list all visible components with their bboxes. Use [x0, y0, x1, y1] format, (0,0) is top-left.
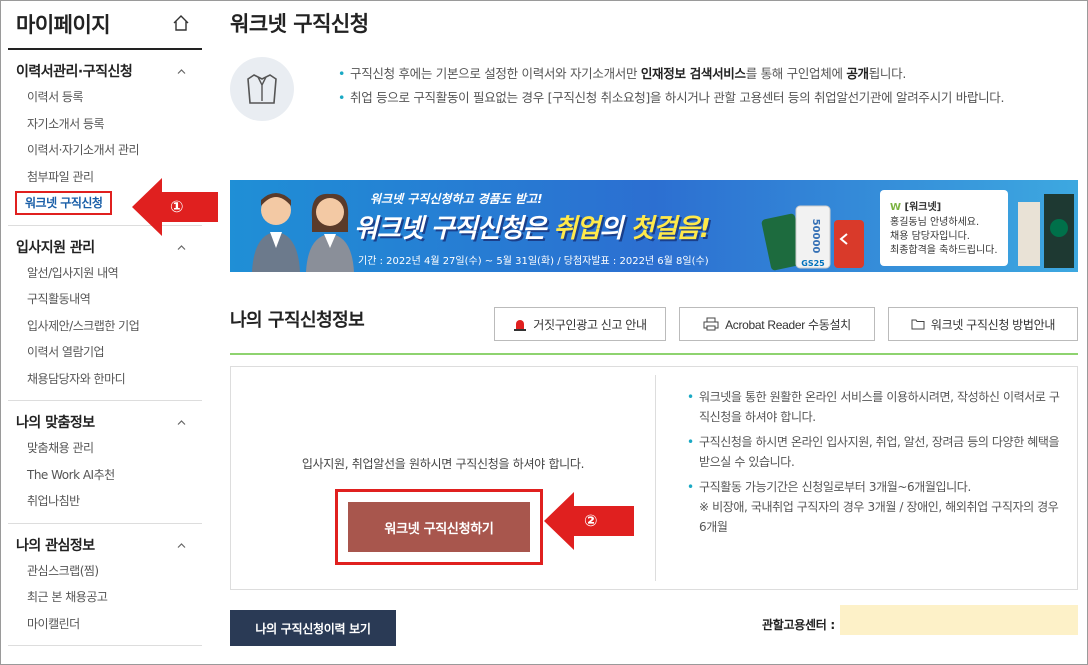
intro-notice-2: 취업 등으로 구직활동이 필요없는 경우 [구직신청 취소요청]을 하시거나 관…: [338, 88, 1088, 108]
section-divider: [230, 353, 1078, 355]
chevron-up-icon[interactable]: [177, 67, 186, 76]
sidebar-group-interest: 나의 관심정보 관심스크랩(찜) 최근 본 채용공고 마이캘린더: [8, 524, 202, 646]
info-note: ※ 비장애, 국내취업 구직자의 경우 3개월 / 장애인, 해외취업 구직자의…: [699, 500, 1059, 534]
info-item-2: 구직신청을 하시면 온라인 입사지원, 취업, 알선, 장려금 등의 다양한 혜…: [687, 432, 1067, 472]
sidebar-item-job-activity[interactable]: 구직활동내역: [8, 286, 202, 313]
banner-date: 기간 : 2022년 4월 27일(수) ~ 5월 31일(화) / 당첨자발표…: [358, 256, 709, 267]
card-logo-text: GS25: [801, 259, 825, 268]
event-banner[interactable]: 워크넷 구직신청하고 경품도 받고! 워크넷 구직신청은 취업의 첫걸음! 기간…: [230, 180, 1078, 272]
apply-history-button[interactable]: 나의 구직신청이력 보기: [230, 610, 396, 646]
sidebar-item-resume-viewers[interactable]: 이력서 열람기업: [8, 339, 202, 366]
vertical-divider: [655, 375, 656, 581]
apply-info-box: 입사지원, 취업알선을 원하시면 구직신청을 하셔야 합니다. 워크넷 구직신청…: [230, 366, 1078, 590]
message-card: W [워크넷] 홍길동님 안녕하세요. 채용 담당자입니다. 최종합격을 축하드…: [880, 190, 1008, 266]
sidebar-group-title[interactable]: 나의 관심정보: [8, 534, 202, 558]
printer-icon: [703, 317, 719, 331]
chevron-up-icon[interactable]: [177, 243, 186, 252]
intro-notice-1: 구직신청 후에는 기본으로 설정한 이력서와 자기소개서만 인재정보 검색서비스…: [338, 64, 1088, 84]
sidebar-item-recent-jobs[interactable]: 최근 본 채용공고: [8, 584, 202, 611]
shirt-icon: [230, 57, 294, 121]
employment-center-value: [840, 605, 1078, 635]
sidebar-group-title[interactable]: 나의 맞춤정보: [8, 411, 202, 435]
sidebar-item-calendar[interactable]: 마이캘린더: [8, 611, 202, 638]
sidebar-item-career-compass[interactable]: 취업나침반: [8, 488, 202, 515]
intro-notice-list: 구직신청 후에는 기본으로 설정한 이력서와 자기소개서만 인재정보 검색서비스…: [338, 64, 1088, 108]
sidebar-title: 마이페이지: [16, 13, 111, 37]
annotation-number-1: ①: [170, 197, 184, 216]
coffee-cups-illustration: [1018, 194, 1074, 268]
worknet-apply-button[interactable]: 워크넷 구직신청하기: [348, 502, 530, 552]
message-card-text: 홍길동님 안녕하세요. 채용 담당자입니다. 최종합격을 축하드립니다.: [890, 217, 998, 256]
acrobat-install-button[interactable]: Acrobat Reader 수동설치: [679, 307, 875, 341]
apply-message: 입사지원, 취업알선을 원하시면 구직신청을 하셔야 합니다.: [301, 457, 585, 471]
chevron-up-icon[interactable]: [177, 418, 186, 427]
sidebar-item-recruiter-message[interactable]: 채용담당자와 한마디: [8, 366, 202, 393]
banner-headline: 워크넷 구직신청은 취업의 첫걸음!: [354, 214, 711, 244]
folder-icon: [911, 319, 925, 330]
sidebar: 마이페이지 이력서관리·구직신청 이력서 등록 자기소개서 등록 이력서·자기소…: [8, 0, 202, 665]
person-illustration-woman: [306, 193, 354, 272]
sidebar-item-scrap[interactable]: 관심스크랩(찜): [8, 558, 202, 585]
sidebar-group-custom: 나의 맞춤정보 맞춤채용 관리 The Work AI추천 취업나침반: [8, 401, 202, 524]
sidebar-item-referral-history[interactable]: 알선/입사지원 내역: [8, 260, 202, 287]
gift-cards-illustration: 50000 GS25: [761, 205, 864, 271]
info-item-1: 워크넷을 통한 원활한 온라인 서비스를 이용하시려면, 작성하신 이력서로 구…: [687, 387, 1067, 427]
page-title: 워크넷 구직신청: [230, 12, 369, 36]
highlight-box: 워크넷 구직신청: [15, 191, 113, 215]
sidebar-header: 마이페이지: [8, 0, 202, 50]
apply-guide-button[interactable]: 워크넷 구직신청 방법안내: [888, 307, 1078, 341]
employment-center-label: 관할고용센터 :: [762, 618, 835, 632]
sidebar-item-resume-register[interactable]: 이력서 등록: [8, 84, 202, 111]
sidebar-item-custom-jobs[interactable]: 맞춤채용 관리: [8, 435, 202, 462]
sidebar-group-title[interactable]: 이력서관리·구직신청: [8, 60, 202, 84]
message-card-brand: W [워크넷]: [890, 202, 942, 213]
info-item-3: 구직활동 가능기간은 신청일로부터 3개월~6개월입니다.※ 비장애, 국내취업…: [687, 477, 1067, 537]
fake-ad-report-button[interactable]: 거짓구인광고 신고 안내: [494, 307, 666, 341]
sidebar-group-title[interactable]: 입사지원 관리: [8, 236, 202, 260]
sidebar-item-offers-scrap[interactable]: 입사제안/스크랩한 기업: [8, 313, 202, 340]
sidebar-group-application: 입사지원 관리 알선/입사지원 내역 구직활동내역 입사제안/스크랩한 기업 이…: [8, 226, 202, 401]
chevron-up-icon[interactable]: [177, 541, 186, 550]
section-title: 나의 구직신청정보: [230, 310, 365, 331]
home-icon[interactable]: [172, 14, 190, 32]
siren-icon: [514, 320, 527, 331]
banner-subtitle: 워크넷 구직신청하고 경품도 받고!: [370, 192, 543, 206]
card-value-text: 50000: [810, 219, 821, 254]
sidebar-item-resume-manage[interactable]: 이력서·자기소개서 관리: [8, 137, 202, 164]
sidebar-item-ai-recommend[interactable]: The Work AI추천: [8, 462, 202, 489]
person-illustration-man: [252, 193, 300, 272]
annotation-number-2: ②: [584, 511, 598, 530]
sidebar-item-cover-letter-register[interactable]: 자기소개서 등록: [8, 111, 202, 138]
chevron-left-icon[interactable]: [838, 232, 850, 246]
apply-info-list: 워크넷을 통한 원활한 온라인 서비스를 이용하시려면, 작성하신 이력서로 구…: [687, 387, 1067, 537]
highlight-box: 워크넷 구직신청하기: [335, 489, 543, 565]
